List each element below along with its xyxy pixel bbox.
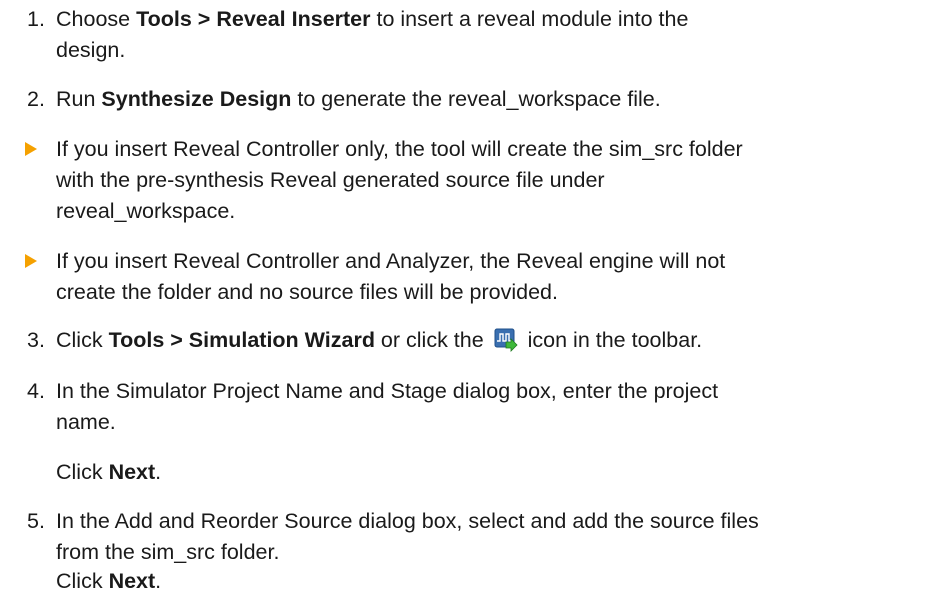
bullet-text: If you insert Reveal Controller and Anal…	[56, 249, 726, 304]
step-number: 5.	[27, 509, 45, 533]
step-text: In the Simulator Project Name and Stage …	[56, 379, 719, 434]
document-page: 1. Choose Tools > Reveal Inserter to ins…	[0, 0, 926, 610]
step-text: Choose Tools > Reveal Inserter to insert…	[56, 7, 689, 62]
step-number: 3.	[27, 328, 45, 352]
next-button-label: Next	[108, 460, 156, 484]
triangle-bullet-icon	[25, 142, 37, 156]
next-button-label: Next	[108, 569, 156, 593]
step-text: In the Add and Reorder Source dialog box…	[56, 509, 759, 564]
step-text: Click Tools > Simulation Wizard or click…	[56, 328, 703, 352]
bullet-text: If you insert Reveal Controller only, th…	[56, 137, 743, 223]
step-text: Run Synthesize Design to generate the re…	[56, 87, 661, 111]
simulation-wizard-icon	[494, 328, 518, 352]
step-number: 4.	[27, 379, 45, 403]
command-name: Synthesize Design	[101, 87, 292, 111]
menu-path: Tools > Simulation Wizard	[108, 328, 375, 352]
triangle-bullet-icon	[25, 254, 37, 268]
menu-path: Tools > Reveal Inserter	[136, 7, 371, 31]
step-number: 2.	[27, 87, 45, 111]
step-number: 1.	[27, 7, 45, 31]
